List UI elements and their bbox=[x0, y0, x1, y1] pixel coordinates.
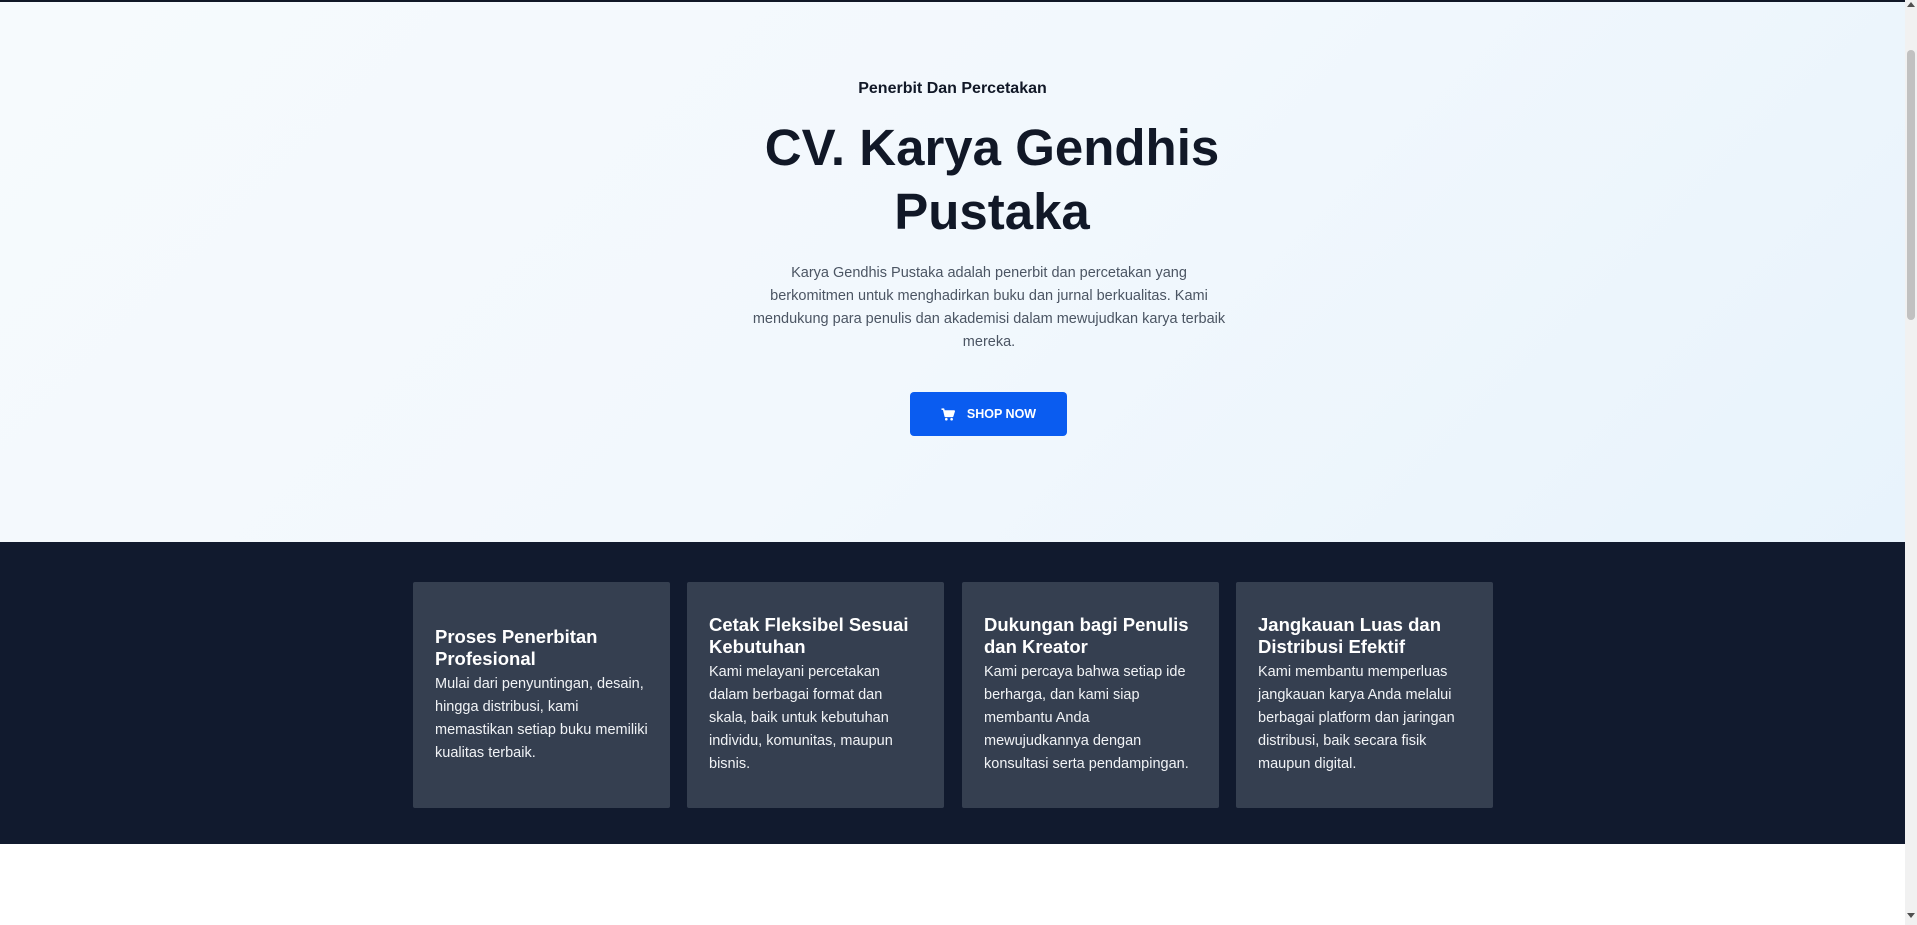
scrollbar-thumb[interactable] bbox=[1907, 50, 1915, 320]
hero-eyebrow: Penerbit Dan Percetakan bbox=[858, 80, 1047, 97]
feature-card-text: Kami membantu memperluas jangkauan karya… bbox=[1258, 664, 1455, 772]
scroll-up-arrow-icon[interactable] bbox=[1907, 2, 1915, 7]
page-scrollbar[interactable] bbox=[1905, 0, 1917, 925]
feature-card-title: Cetak Fleksibel Sesuai Kebutuhan bbox=[709, 614, 909, 657]
feature-card-text: Kami percaya bahwa setiap ide berharga, … bbox=[984, 664, 1189, 772]
feature-card-publishing: Proses Penerbitan Profesional Mulai dari… bbox=[413, 582, 670, 808]
feature-card-distribution: Jangkauan Luas dan Distribusi Efektif Ka… bbox=[1236, 582, 1493, 808]
hero-section: Penerbit Dan Percetakan CV. Karya Gendhi… bbox=[0, 2, 1905, 542]
features-section: Proses Penerbitan Profesional Mulai dari… bbox=[0, 542, 1905, 844]
feature-card-printing: Cetak Fleksibel Sesuai Kebutuhan Kami me… bbox=[687, 582, 944, 808]
feature-card-title: Dukungan bagi Penulis dan Kreator bbox=[984, 614, 1189, 657]
feature-card-text: Mulai dari penyuntingan, desain, hingga … bbox=[435, 675, 648, 761]
hero-description: Karya Gendhis Pustaka adalah penerbit da… bbox=[752, 265, 1226, 350]
shop-now-label: SHOP NOW bbox=[966, 407, 1037, 421]
shopping-cart-icon bbox=[941, 407, 955, 421]
scroll-down-arrow-icon[interactable] bbox=[1907, 913, 1915, 918]
feature-card-text: Kami melayani percetakan dalam berbagai … bbox=[709, 664, 893, 772]
feature-card-title: Jangkauan Luas dan Distribusi Efektif bbox=[1258, 614, 1441, 657]
feature-card-title: Proses Penerbitan Profesional bbox=[435, 625, 598, 669]
page-title: CV. Karya Gendhis Pustaka bbox=[764, 119, 1220, 240]
feature-card-support: Dukungan bagi Penulis dan Kreator Kami p… bbox=[962, 582, 1219, 808]
shop-now-button[interactable]: SHOP NOW bbox=[910, 392, 1067, 436]
